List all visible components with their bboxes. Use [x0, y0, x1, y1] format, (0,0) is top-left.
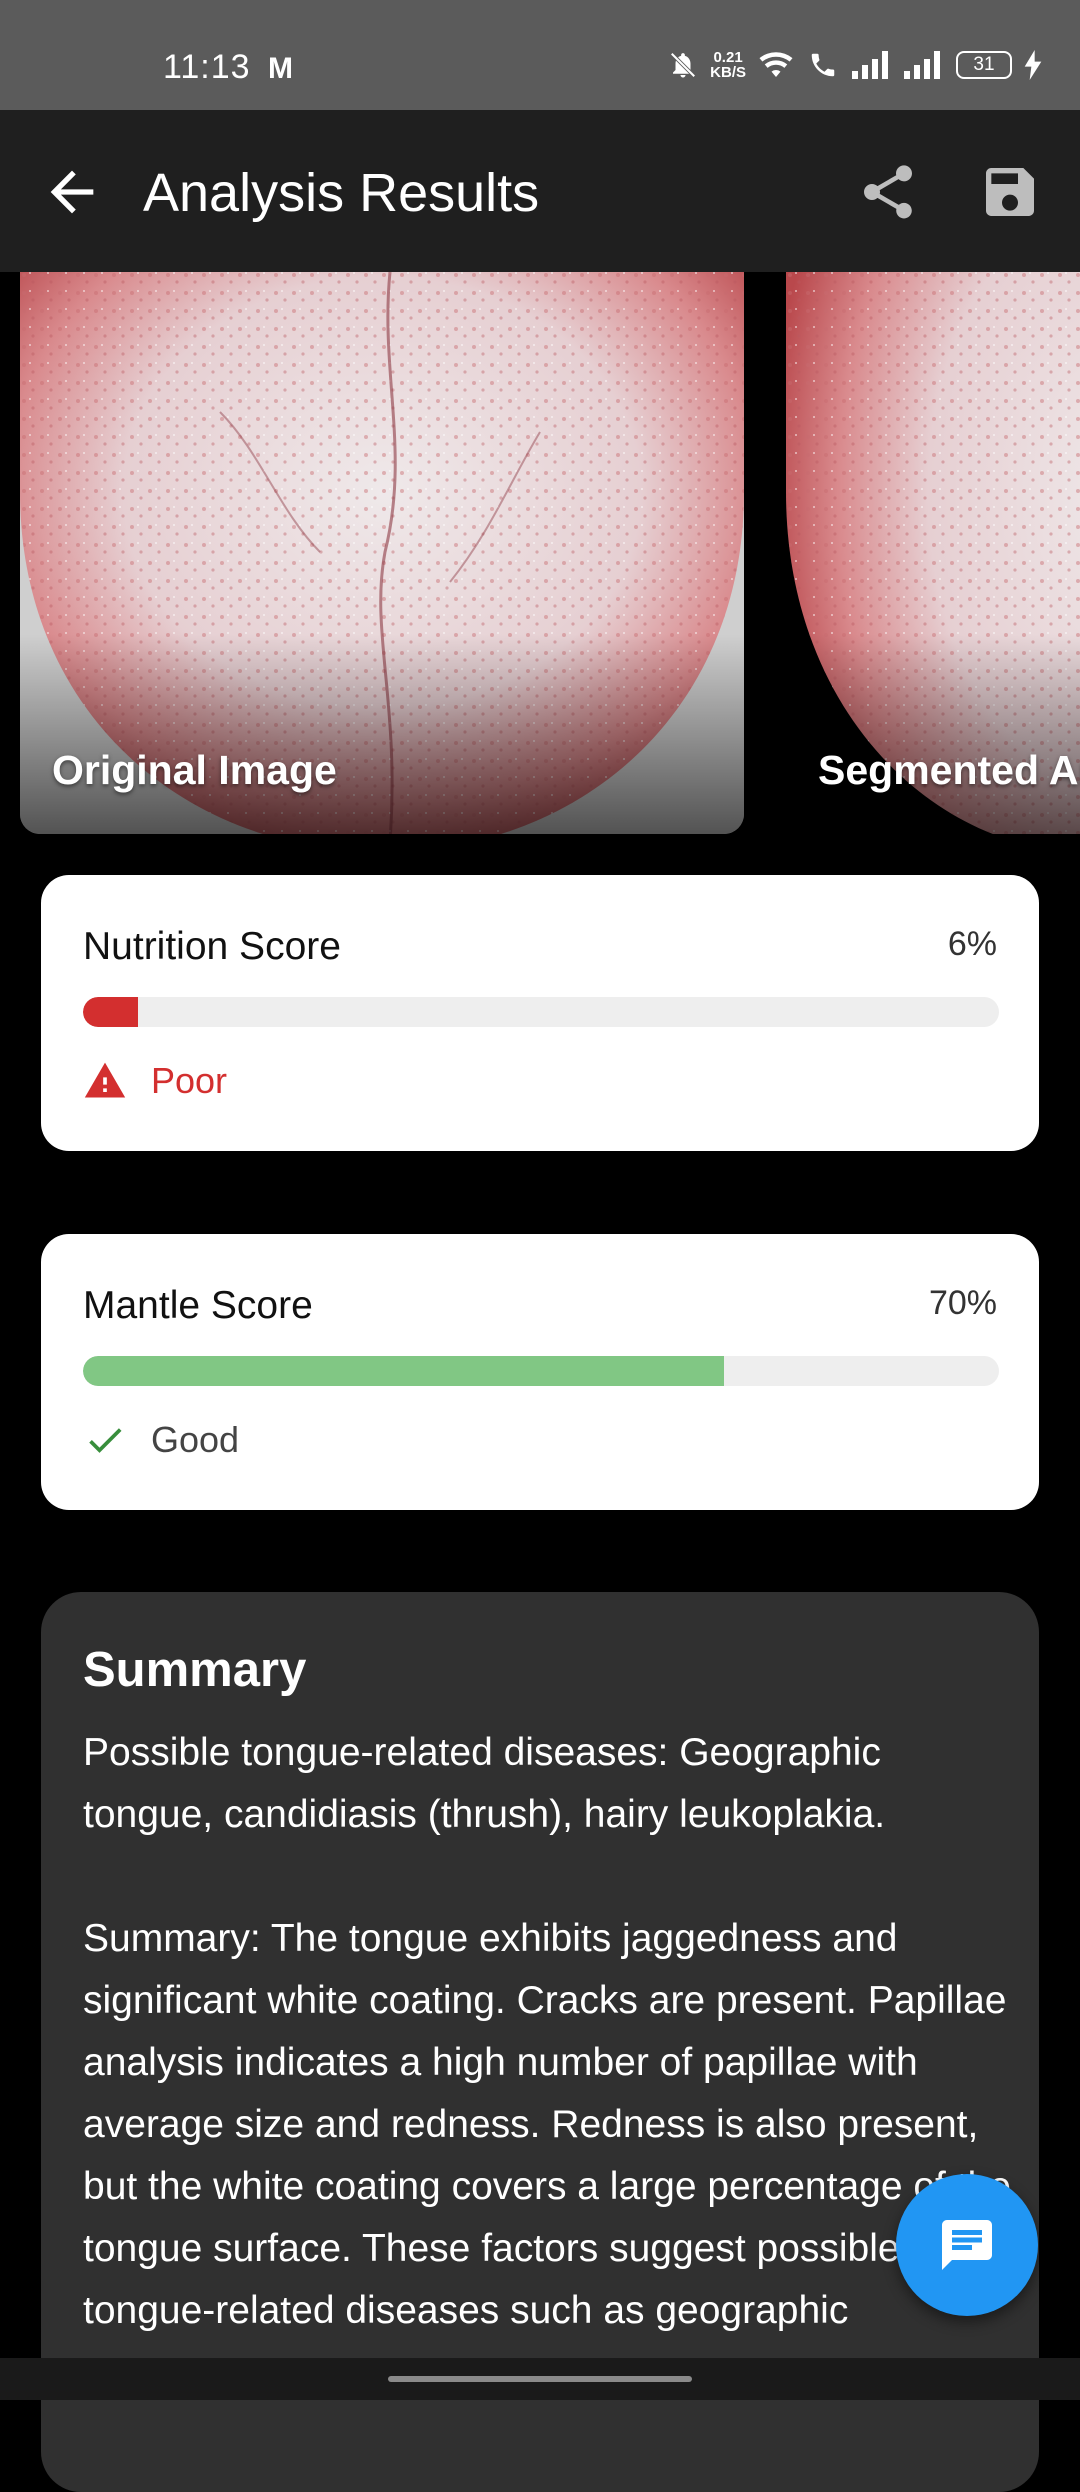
- bell-off-icon: [670, 52, 696, 78]
- battery-level: 31: [973, 54, 995, 75]
- wifi-icon: [759, 52, 793, 77]
- save-icon: [986, 168, 1034, 216]
- system-nav-bar: [0, 2358, 1080, 2400]
- mantle-score-card: Mantle Score 70% Good: [41, 1234, 1039, 1510]
- score-status: Poor: [83, 1059, 227, 1103]
- speed-unit: KB/S: [710, 64, 746, 81]
- score-value: 6%: [947, 925, 997, 963]
- caption-shade: [786, 634, 1080, 834]
- score-title: Mantle Score: [83, 1284, 313, 1327]
- back-button[interactable]: [40, 160, 104, 224]
- caption-shade: [20, 634, 744, 834]
- page-title: Analysis Results: [143, 163, 540, 223]
- chat-button[interactable]: [896, 2174, 1038, 2316]
- score-status-label: Poor: [151, 1060, 228, 1101]
- gesture-handle[interactable]: [388, 2376, 692, 2382]
- network-speed: 0.21 KB/S: [710, 50, 746, 80]
- score-status-label: Good: [151, 1419, 240, 1460]
- status-time: 11:13: [163, 48, 251, 86]
- battery-icon: 31: [956, 51, 1012, 79]
- image-caption: Segmented Ar: [818, 747, 1080, 793]
- image-caption: Original Image: [52, 747, 337, 793]
- score-progress-fill: [83, 1356, 725, 1386]
- save-button[interactable]: [978, 160, 1042, 224]
- summary-card: Summary Possible tongue-related diseases…: [41, 1592, 1039, 2492]
- status-bar: 11:13 M 0.21 KB/S 31: [0, 0, 1080, 110]
- summary-title: Summary: [83, 1643, 307, 1697]
- score-progress-fill: [83, 997, 138, 1027]
- nutrition-score-card: Nutrition Score 6% Poor: [41, 875, 1039, 1151]
- speed-value: 0.21: [713, 49, 743, 66]
- share-icon: [864, 165, 912, 219]
- check-icon: [89, 1428, 122, 1453]
- signal-icon: [904, 51, 940, 79]
- warning-icon: [84, 1062, 126, 1098]
- image-carousel[interactable]: Original Image Segmented Ar: [0, 272, 1080, 834]
- notification-glyph: M: [268, 52, 293, 85]
- score-title: Nutrition Score: [83, 925, 341, 968]
- signal-icon: [852, 51, 888, 79]
- score-value: 70%: [928, 1284, 997, 1322]
- status-icons: 0.21 KB/S 31: [668, 50, 1042, 80]
- call-icon: [811, 53, 835, 77]
- share-button[interactable]: [856, 160, 920, 224]
- score-progress-track: [83, 997, 999, 1027]
- app-bar: Analysis Results: [0, 110, 1080, 272]
- original-image-card[interactable]: Original Image: [20, 272, 744, 834]
- chat-icon: [942, 2220, 992, 2270]
- summary-text: Possible tongue-related diseases: Geogra…: [83, 1731, 1011, 2332]
- segmented-image-card[interactable]: Segmented Ar: [786, 272, 1080, 834]
- score-progress-track: [83, 1356, 999, 1386]
- arrow-left-icon: [50, 170, 94, 214]
- score-status: Good: [83, 1418, 239, 1462]
- charging-icon: [1024, 50, 1042, 80]
